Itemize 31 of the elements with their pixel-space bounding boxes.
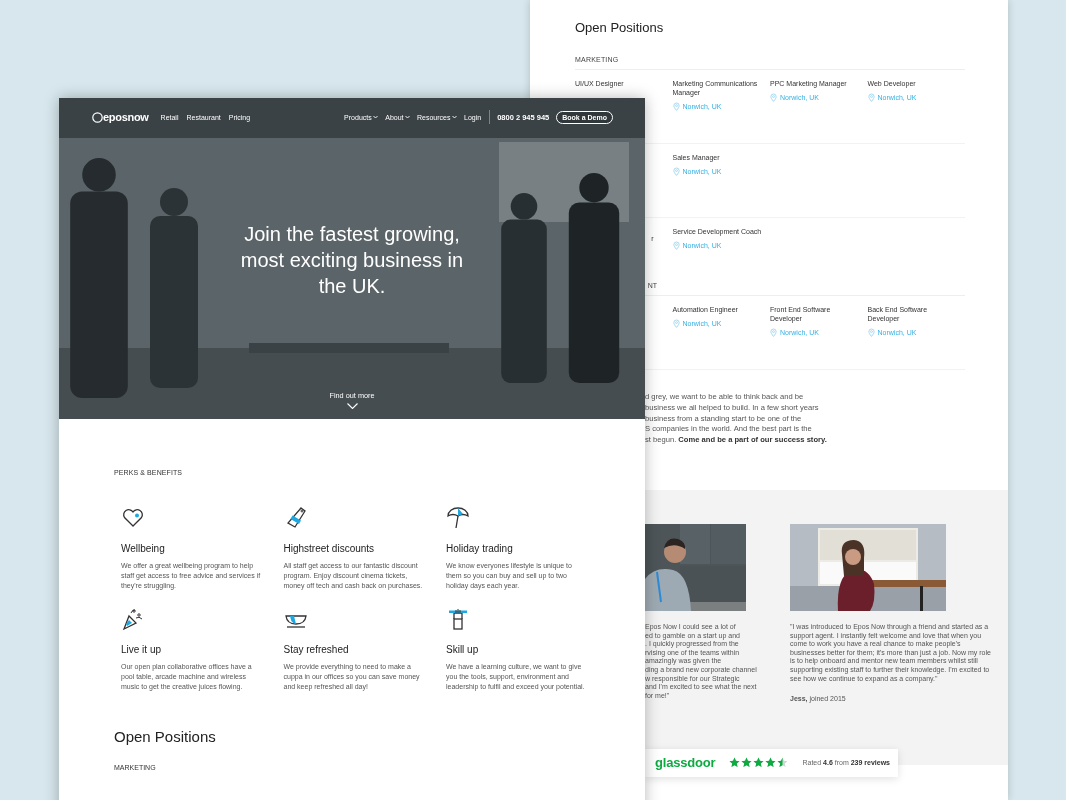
caret-icon [405,115,410,119]
perk-icon [446,506,470,530]
hero-headline: Join the fastest growing, most exciting business in the UK. [239,222,465,299]
location-pin-icon [672,102,680,111]
location-pin-icon [770,328,777,337]
perk-icon [121,607,145,631]
star-icon [777,757,789,769]
location-pin-icon [672,167,680,176]
star-icon [741,757,753,769]
location-pin-icon [867,328,875,337]
location-pin-icon [867,93,875,102]
location-pin-icon [770,93,777,102]
section-title: Open Positions [575,20,665,36]
perk-icon [446,607,470,631]
perk-title: Live it up [121,643,163,656]
logo[interactable]: eposnow [103,111,149,123]
location-pin-icon [672,319,680,328]
perk-title: Highstreet discounts [283,542,376,555]
perk-title: Skill up [446,643,480,656]
caret-icon [373,115,379,119]
location-pin-icon [672,241,680,250]
chevron-down-icon[interactable] [346,403,358,409]
section-title: Open Positions [114,728,217,745]
perk-title: Holiday trading [446,542,514,555]
caret-icon [452,115,457,119]
star-icon [753,757,765,769]
star-icon [729,757,741,769]
logo-ring-icon [92,111,103,123]
star-icon [765,757,777,769]
perk-title: Stay refreshed [283,643,350,656]
perk-title: Wellbeing [121,542,166,555]
